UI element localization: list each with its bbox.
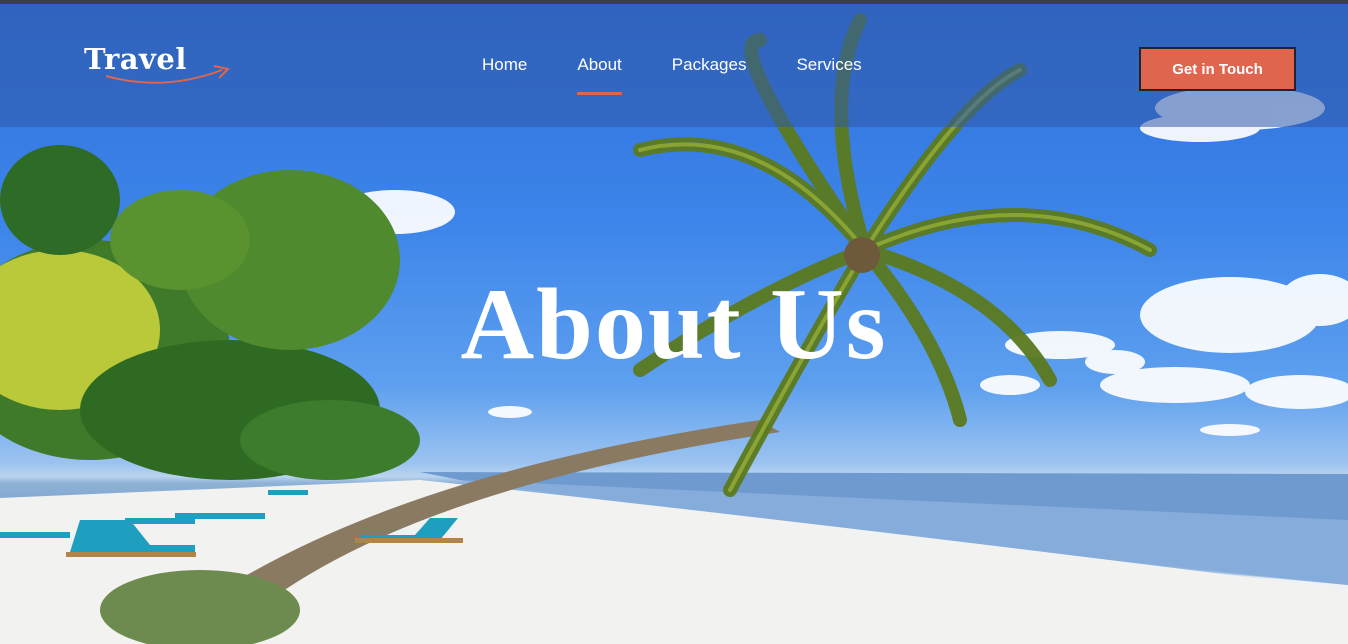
nav-item-services[interactable]: Services bbox=[796, 55, 861, 89]
page-title: About Us bbox=[460, 268, 888, 381]
nav-item-home[interactable]: Home bbox=[482, 55, 527, 89]
get-in-touch-button[interactable]: Get in Touch bbox=[1139, 47, 1296, 91]
nav-item-packages[interactable]: Packages bbox=[672, 55, 747, 89]
logo[interactable]: Travel bbox=[84, 42, 234, 92]
site-header: Travel Home About Packages Services Get … bbox=[0, 4, 1348, 127]
arrow-swoosh-icon bbox=[105, 65, 231, 84]
main-nav: Home About Packages Services bbox=[482, 55, 862, 95]
nav-item-about[interactable]: About bbox=[577, 55, 623, 95]
